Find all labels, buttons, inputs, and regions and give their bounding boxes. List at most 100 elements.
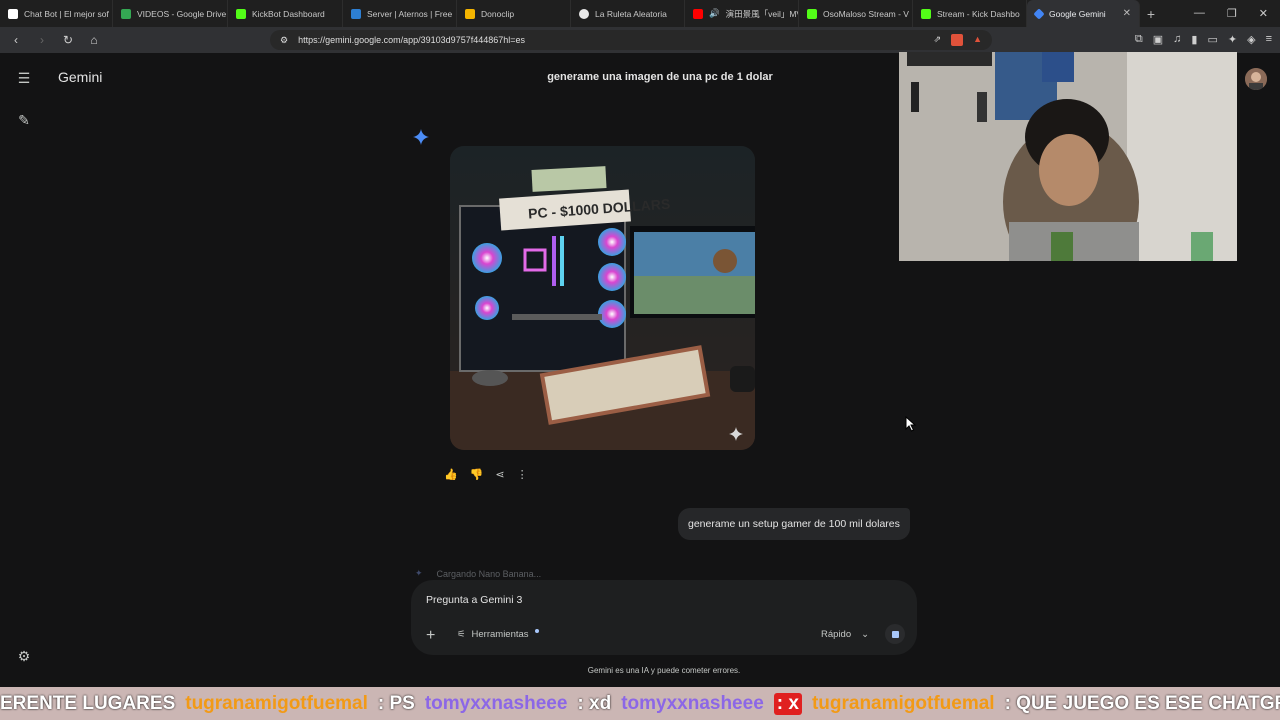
- ruleta-icon: [579, 8, 589, 19]
- tab-label: Stream - Kick Dashbo: [937, 8, 1020, 19]
- thumbs-down-icon[interactable]: 👎: [470, 468, 484, 481]
- prompt-input[interactable]: Pregunta a Gemini 3: [426, 594, 522, 606]
- ticker-username: tugranamigotfuemal: [185, 692, 368, 714]
- donoclip-icon: [465, 8, 475, 19]
- ticker-message: : xd: [577, 692, 612, 714]
- tools-label: Herramientas: [471, 629, 529, 640]
- tab-videos-drive[interactable]: VIDEOS - Google Drive: [113, 0, 228, 27]
- ticker-username: tomyxxnasheee: [621, 692, 764, 714]
- tab-label: Donoclip: [481, 8, 515, 19]
- tab-ruleta[interactable]: La Ruleta Aleatoria: [571, 0, 685, 27]
- restore-icon[interactable]: ❐: [1227, 7, 1237, 20]
- close-tab-icon[interactable]: ✕: [1123, 8, 1131, 19]
- new-chat-icon[interactable]: ✎: [14, 110, 34, 130]
- sparkle-watermark-icon: [729, 427, 743, 441]
- tab-label: OsoMaloso Stream - V: [823, 8, 909, 19]
- user-prompt: generame una imagen de una pc de 1 dolar: [547, 71, 773, 83]
- share-icon[interactable]: ⋖: [495, 468, 504, 481]
- webcam-feed: [899, 52, 1237, 261]
- side-rail: ☰ ✎ ⚙: [0, 53, 48, 687]
- account-avatar[interactable]: [1245, 68, 1267, 90]
- gemini-brand[interactable]: Gemini: [58, 69, 102, 85]
- brave-rewards-icon[interactable]: ▲: [973, 34, 982, 46]
- ticker-message: : PS: [377, 692, 415, 714]
- menu-icon[interactable]: ≡: [1266, 33, 1272, 46]
- tab-osomaloso[interactable]: OsoMaloso Stream - V: [799, 0, 913, 27]
- tab-google-gemini[interactable]: Google Gemini ✕: [1027, 0, 1140, 27]
- tools-button[interactable]: ⚟ Herramientas: [457, 628, 539, 640]
- ticker-username: tugranamigotfuemal: [811, 692, 995, 714]
- leo-icon[interactable]: ✦: [1228, 33, 1237, 46]
- stop-generation-button[interactable]: [885, 624, 905, 644]
- site-info-icon[interactable]: ⚙: [280, 35, 288, 46]
- mode-label: Rápido: [821, 629, 852, 640]
- response-actions: 👍 👎 ⋖ ⋮: [444, 468, 528, 481]
- aternos-icon: [351, 8, 361, 19]
- brave-shield-icon[interactable]: [951, 34, 964, 46]
- omnibox-actions: ⇗ ▲: [934, 34, 992, 46]
- mode-selector[interactable]: Rápido ⌄: [821, 629, 869, 640]
- drive-icon: [121, 8, 131, 19]
- mouse-cursor-icon: [905, 416, 917, 432]
- tab-label: Server | Aternos | Free: [367, 8, 453, 19]
- extension-icons: ⧉ ▣ ♫ ▮ ▭ ✦ ◈ ≡: [1135, 33, 1272, 46]
- avatar-image: [1245, 68, 1267, 90]
- music-icon[interactable]: ♫: [1173, 33, 1181, 46]
- tools-sliders-icon: ⚟: [457, 629, 466, 640]
- tab-label: KickBot Dashboard: [252, 8, 325, 19]
- tab-youtube-mv[interactable]: 🔊 演田景風「veil」MV: [685, 0, 799, 27]
- ticker-text: ERENTE LUGARES: [0, 692, 176, 714]
- ticker-username: tomyxxnasheee: [424, 692, 568, 714]
- gemini-icon: [1033, 7, 1045, 20]
- add-attachment-icon[interactable]: +: [426, 627, 435, 645]
- back-icon[interactable]: ‹: [8, 33, 24, 47]
- stream-chat-ticker: ERENTE LUGARES tugranamigotfuemal : PS t…: [0, 687, 1280, 720]
- more-options-icon[interactable]: ⋮: [517, 468, 528, 481]
- minimize-icon[interactable]: —: [1194, 7, 1205, 20]
- tab-label: La Ruleta Aleatoria: [595, 8, 667, 19]
- generated-image[interactable]: PC - $1000 DOLLARS: [450, 146, 755, 450]
- ticker-message: : x: [773, 692, 802, 715]
- tab-aternos[interactable]: Server | Aternos | Free: [343, 0, 457, 27]
- address-toolbar: ‹ › ↻ ⌂ ⚙ https://gemini.google.com/app/…: [0, 27, 1280, 53]
- tab-chat-bot[interactable]: Chat Bot | El mejor sof: [0, 0, 113, 27]
- tab-kick-dashboard[interactable]: Stream - Kick Dashbo: [913, 0, 1027, 27]
- vpn-icon[interactable]: ◈: [1247, 33, 1255, 46]
- close-window-icon[interactable]: ✕: [1259, 7, 1268, 20]
- menu-icon[interactable]: ☰: [14, 68, 34, 88]
- home-icon[interactable]: ⌂: [86, 33, 102, 47]
- disclaimer: Gemini es una IA y puede cometer errores…: [587, 666, 741, 675]
- chevron-down-icon: ⌄: [861, 629, 870, 640]
- loading-spark-icon: ✦: [415, 568, 423, 578]
- tab-favicon-icon: [8, 8, 18, 19]
- tab-label: 演田景風「veil」MV: [725, 8, 799, 19]
- tab-kickbot[interactable]: KickBot Dashboard: [228, 0, 343, 27]
- tab-label: Chat Bot | El mejor sof: [24, 8, 109, 19]
- prompt-composer: Pregunta a Gemini 3 + ⚟ Herramientas Ráp…: [411, 580, 917, 655]
- url-field[interactable]: ⚙ https://gemini.google.com/app/39103d97…: [270, 30, 992, 50]
- reload-icon[interactable]: ↻: [60, 33, 76, 47]
- tab-label: VIDEOS - Google Drive: [137, 8, 227, 19]
- browser-tab-bar: Chat Bot | El mejor sof VIDEOS - Google …: [0, 0, 1280, 27]
- stop-icon: [891, 630, 899, 638]
- speaker-icon: 🔊: [709, 8, 720, 18]
- tab-label: Google Gemini: [1049, 8, 1106, 19]
- tab-donoclip[interactable]: Donoclip: [457, 0, 571, 27]
- loading-indicator: ✦ Cargando Nano Banana...: [415, 568, 541, 579]
- settings-icon[interactable]: ⚙: [14, 646, 34, 666]
- window-controls: — ❐ ✕: [1194, 7, 1280, 20]
- new-tab-button[interactable]: +: [1140, 6, 1162, 22]
- user-message-text: generame un setup gamer de 100 mil dolar…: [688, 518, 900, 530]
- youtube-icon: [693, 8, 703, 19]
- share-icon[interactable]: ⇗: [934, 34, 942, 46]
- user-message-bubble: generame un setup gamer de 100 mil dolar…: [678, 508, 910, 540]
- screenshot-icon[interactable]: ▣: [1153, 33, 1163, 46]
- extensions-icon[interactable]: ⧉: [1135, 33, 1143, 46]
- wallet-icon[interactable]: ▭: [1207, 33, 1217, 46]
- forward-icon[interactable]: ›: [34, 33, 50, 47]
- gemini-spark-icon: [413, 129, 429, 145]
- url-text: https://gemini.google.com/app/39103d9757…: [298, 35, 526, 45]
- thumbs-up-icon[interactable]: 👍: [444, 468, 458, 481]
- kickbot-icon: [236, 8, 246, 19]
- sidebar-icon[interactable]: ▮: [1191, 33, 1197, 46]
